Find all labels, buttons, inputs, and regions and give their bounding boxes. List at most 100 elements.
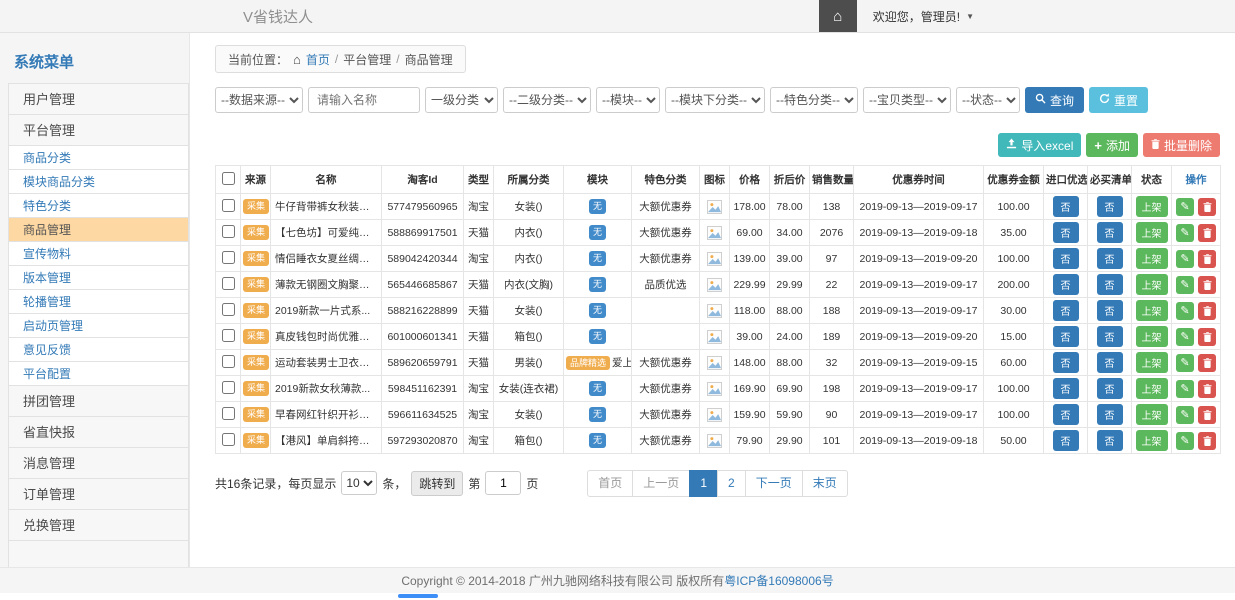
- filter-select-5[interactable]: --模块下分类--: [665, 87, 765, 113]
- edit-button[interactable]: ✎: [1176, 328, 1194, 346]
- delete-button[interactable]: [1198, 276, 1216, 294]
- edit-button[interactable]: ✎: [1176, 354, 1194, 372]
- edit-button[interactable]: ✎: [1176, 380, 1194, 398]
- sidebar-item-0[interactable]: 用户管理: [8, 83, 189, 115]
- sidebar-item-12[interactable]: 拼团管理: [8, 385, 189, 417]
- row-checkbox[interactable]: [222, 225, 235, 238]
- sidebar-item-5[interactable]: 商品管理: [8, 217, 189, 242]
- must-buy-toggle[interactable]: 否: [1097, 222, 1123, 243]
- row-checkbox[interactable]: [222, 329, 235, 342]
- row-checkbox[interactable]: [222, 277, 235, 290]
- row-checkbox[interactable]: [222, 251, 235, 264]
- row-checkbox[interactable]: [222, 381, 235, 394]
- home-button[interactable]: ⌂: [819, 0, 857, 32]
- sidebar-item-2[interactable]: 商品分类: [8, 145, 189, 170]
- delete-button[interactable]: [1198, 354, 1216, 372]
- sidebar-item-1[interactable]: 平台管理: [8, 114, 189, 146]
- status-button[interactable]: 上架: [1136, 352, 1168, 373]
- filter-select-4[interactable]: --模块--: [596, 87, 660, 113]
- edit-button[interactable]: ✎: [1176, 224, 1194, 242]
- filter-select-7[interactable]: --宝贝类型--: [863, 87, 951, 113]
- must-buy-toggle[interactable]: 否: [1097, 430, 1123, 451]
- sidebar-item-13[interactable]: 省直快报: [8, 416, 189, 448]
- filter-select-6[interactable]: --特色分类--: [770, 87, 858, 113]
- status-button[interactable]: 上架: [1136, 222, 1168, 243]
- sidebar-item-15[interactable]: 订单管理: [8, 478, 189, 510]
- status-button[interactable]: 上架: [1136, 404, 1168, 425]
- sidebar-item-16[interactable]: 兑换管理: [8, 509, 189, 541]
- status-button[interactable]: 上架: [1136, 326, 1168, 347]
- filter-select-8[interactable]: --状态--: [956, 87, 1020, 113]
- edit-button[interactable]: ✎: [1176, 198, 1194, 216]
- sidebar-item-9[interactable]: 启动页管理: [8, 313, 189, 338]
- must-buy-toggle[interactable]: 否: [1097, 352, 1123, 373]
- scrollbar-thumb[interactable]: [398, 594, 438, 598]
- reset-button[interactable]: 重置: [1089, 87, 1148, 113]
- sidebar-item-11[interactable]: 平台配置: [8, 361, 189, 386]
- status-button[interactable]: 上架: [1136, 248, 1168, 269]
- breadcrumb-home-link[interactable]: 首页: [306, 51, 330, 68]
- batch-delete-button[interactable]: 批量删除: [1143, 133, 1220, 157]
- import-select-toggle[interactable]: 否: [1053, 248, 1079, 269]
- import-select-toggle[interactable]: 否: [1053, 222, 1079, 243]
- status-button[interactable]: 上架: [1136, 274, 1168, 295]
- filter-select-0[interactable]: --数据来源--: [215, 87, 303, 113]
- import-select-toggle[interactable]: 否: [1053, 274, 1079, 295]
- row-checkbox[interactable]: [222, 199, 235, 212]
- sidebar-item-3[interactable]: 模块商品分类: [8, 169, 189, 194]
- import-select-toggle[interactable]: 否: [1053, 300, 1079, 321]
- must-buy-toggle[interactable]: 否: [1097, 274, 1123, 295]
- page-next-button[interactable]: 下一页: [745, 470, 803, 497]
- import-select-toggle[interactable]: 否: [1053, 326, 1079, 347]
- sidebar-item-10[interactable]: 意见反馈: [8, 337, 189, 362]
- import-select-toggle[interactable]: 否: [1053, 196, 1079, 217]
- page-number-input[interactable]: [485, 471, 521, 495]
- sidebar-item-8[interactable]: 轮播管理: [8, 289, 189, 314]
- row-checkbox[interactable]: [222, 433, 235, 446]
- page-first-button[interactable]: 首页: [587, 470, 633, 497]
- select-all-checkbox[interactable]: [222, 172, 235, 185]
- delete-button[interactable]: [1198, 432, 1216, 450]
- status-button[interactable]: 上架: [1136, 196, 1168, 217]
- must-buy-toggle[interactable]: 否: [1097, 378, 1123, 399]
- page-size-select[interactable]: 10: [341, 471, 377, 495]
- row-checkbox[interactable]: [222, 407, 235, 420]
- sidebar-item-4[interactable]: 特色分类: [8, 193, 189, 218]
- sidebar-item-17[interactable]: [8, 540, 189, 567]
- user-menu[interactable]: 欢迎您，管理员! ▼: [857, 8, 990, 25]
- delete-button[interactable]: [1198, 328, 1216, 346]
- must-buy-toggle[interactable]: 否: [1097, 248, 1123, 269]
- edit-button[interactable]: ✎: [1176, 406, 1194, 424]
- must-buy-toggle[interactable]: 否: [1097, 300, 1123, 321]
- delete-button[interactable]: [1198, 224, 1216, 242]
- import-excel-button[interactable]: 导入excel: [998, 133, 1081, 157]
- import-select-toggle[interactable]: 否: [1053, 430, 1079, 451]
- page-last-button[interactable]: 末页: [802, 470, 848, 497]
- sidebar-item-14[interactable]: 消息管理: [8, 447, 189, 479]
- status-button[interactable]: 上架: [1136, 430, 1168, 451]
- import-select-toggle[interactable]: 否: [1053, 404, 1079, 425]
- filter-name-input[interactable]: [308, 87, 420, 113]
- edit-button[interactable]: ✎: [1176, 276, 1194, 294]
- import-select-toggle[interactable]: 否: [1053, 352, 1079, 373]
- delete-button[interactable]: [1198, 406, 1216, 424]
- must-buy-toggle[interactable]: 否: [1097, 404, 1123, 425]
- row-checkbox[interactable]: [222, 355, 235, 368]
- sidebar-item-7[interactable]: 版本管理: [8, 265, 189, 290]
- icp-link[interactable]: 粤ICP备16098006号: [724, 572, 833, 589]
- search-button[interactable]: 查询: [1025, 87, 1084, 113]
- page-number-button-1[interactable]: 1: [689, 470, 718, 497]
- row-checkbox[interactable]: [222, 303, 235, 316]
- delete-button[interactable]: [1198, 380, 1216, 398]
- must-buy-toggle[interactable]: 否: [1097, 326, 1123, 347]
- page-prev-button[interactable]: 上一页: [632, 470, 690, 497]
- must-buy-toggle[interactable]: 否: [1097, 196, 1123, 217]
- edit-button[interactable]: ✎: [1176, 302, 1194, 320]
- status-button[interactable]: 上架: [1136, 300, 1168, 321]
- delete-button[interactable]: [1198, 250, 1216, 268]
- filter-select-3[interactable]: --二级分类--: [503, 87, 591, 113]
- edit-button[interactable]: ✎: [1176, 432, 1194, 450]
- delete-button[interactable]: [1198, 302, 1216, 320]
- jump-button[interactable]: 跳转到: [411, 471, 463, 496]
- sidebar-item-6[interactable]: 宣传物料: [8, 241, 189, 266]
